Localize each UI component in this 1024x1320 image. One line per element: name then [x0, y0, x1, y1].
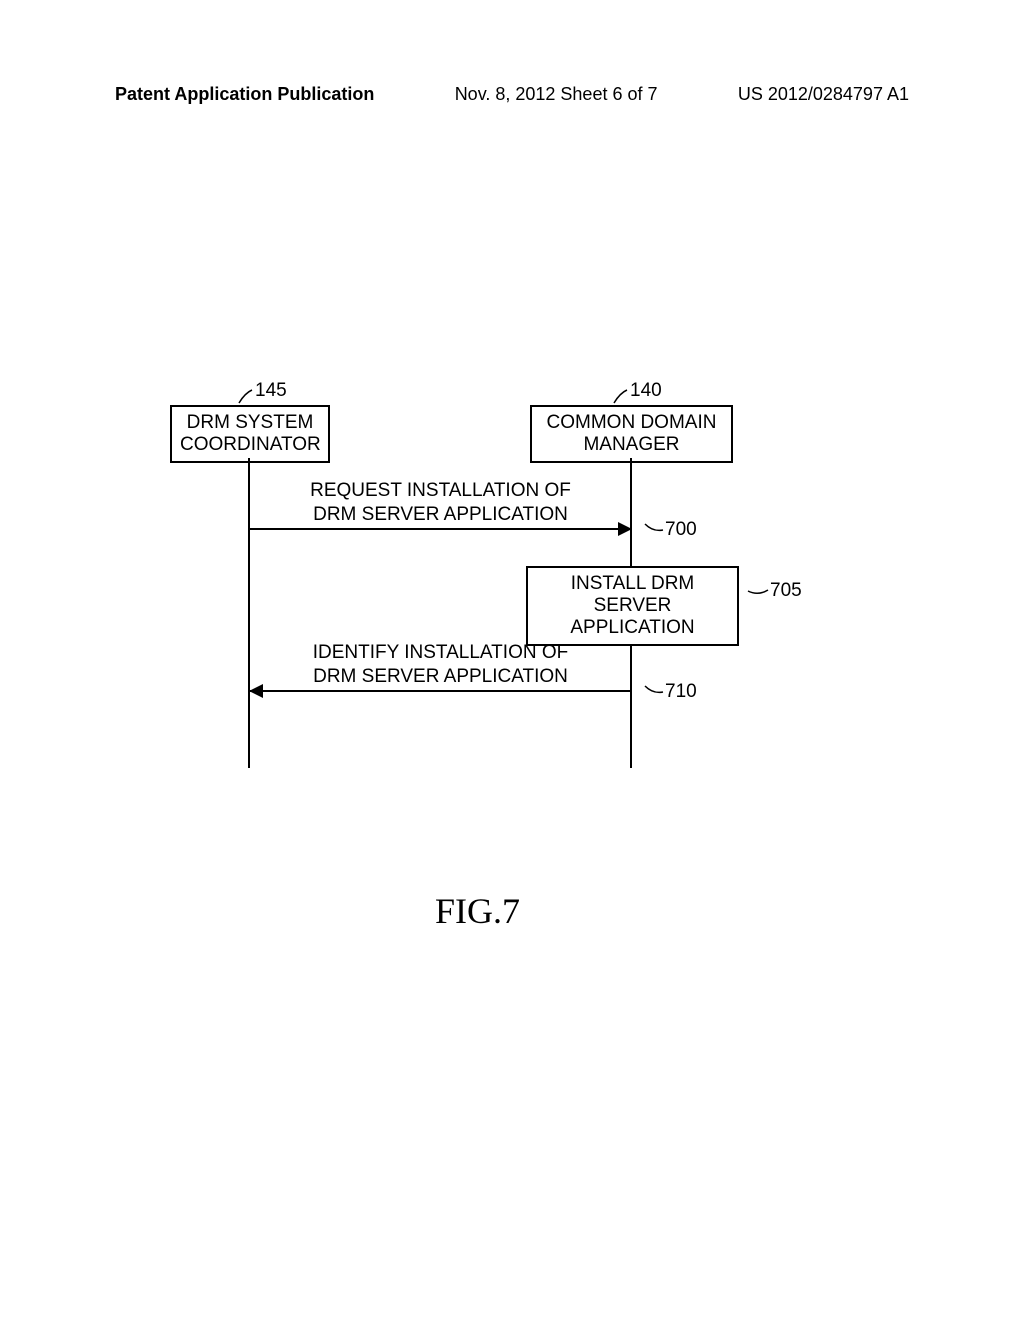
- message-identify-installation: IDENTIFY INSTALLATION OF DRM SERVER APPL…: [250, 642, 631, 692]
- leader-line-icon: [612, 388, 630, 406]
- reference-number-700: 700: [665, 519, 697, 541]
- leader-curve-icon: [643, 522, 665, 536]
- reference-number-705: 705: [770, 580, 802, 602]
- leader-curve-icon: [643, 684, 665, 698]
- page-header: Patent Application Publication Nov. 8, 2…: [115, 84, 909, 105]
- reference-number-145: 145: [255, 380, 287, 402]
- leader-line-icon: [237, 388, 255, 406]
- message-request-installation: REQUEST INSTALLATION OF DRM SERVER APPLI…: [250, 480, 631, 530]
- header-publication: Patent Application Publication: [115, 84, 374, 105]
- entity-common-domain-manager: COMMON DOMAIN MANAGER: [530, 405, 733, 463]
- process-install-drm-server: INSTALL DRM SERVER APPLICATION: [526, 566, 739, 646]
- reference-number-140: 140: [630, 380, 662, 402]
- header-document-number: US 2012/0284797 A1: [738, 84, 909, 105]
- arrow-right-icon: [618, 522, 632, 536]
- arrow-left-icon: [249, 684, 263, 698]
- entity-drm-coordinator: DRM SYSTEM COORDINATOR: [170, 405, 330, 463]
- header-date-sheet: Nov. 8, 2012 Sheet 6 of 7: [455, 84, 658, 105]
- sequence-diagram: 145 140 DRM SYSTEM COORDINATOR COMMON DO…: [170, 380, 830, 880]
- figure-label: FIG.7: [435, 890, 520, 932]
- leader-curve-icon: [746, 584, 770, 598]
- reference-number-710: 710: [665, 681, 697, 703]
